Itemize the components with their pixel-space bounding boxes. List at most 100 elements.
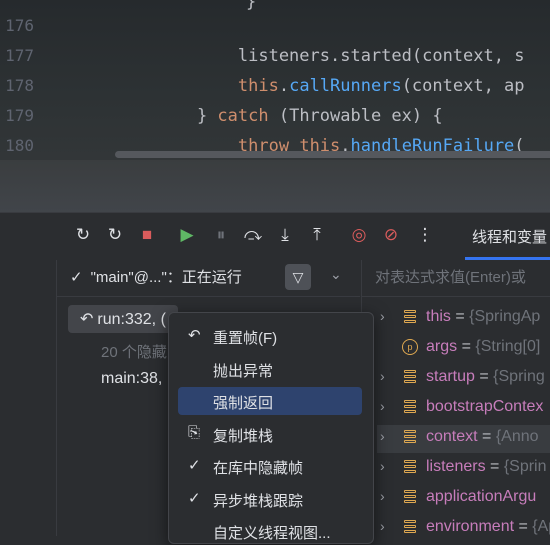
variable-name: args = {String[0] (426, 338, 541, 355)
variable-row[interactable]: › context = {Anno (377, 425, 550, 453)
code-line: this.callRunners(context, ap (156, 76, 525, 96)
variable-row[interactable]: › startup = {Spring (377, 365, 550, 393)
filter-icon[interactable]: ▽ (285, 264, 311, 290)
field-icon (404, 460, 416, 475)
equals-sign: = (514, 518, 533, 535)
chevron-right-icon[interactable]: › (380, 398, 385, 414)
variable-name: bootstrapContex (426, 398, 544, 415)
line-number: 180 (5, 136, 34, 155)
hidden-frames-row[interactable]: 20 个隐藏 (101, 341, 167, 362)
menu-item-label: 抛出异常 (213, 362, 274, 380)
equals-sign: = (450, 308, 470, 325)
frame-row-run[interactable]: ↶ run:332, ( (80, 309, 166, 329)
menu-item[interactable]: 抛出异常 (178, 355, 362, 383)
resume-icon[interactable]: ▶ (176, 224, 198, 246)
chevron-right-icon[interactable]: › (380, 488, 385, 504)
equals-sign: = (485, 458, 504, 475)
pause-icon[interactable]: ⏸ (210, 224, 232, 246)
field-icon (404, 310, 416, 325)
variable-name: context = {Anno (426, 428, 539, 445)
code-line: } catch (Throwable ex) { (156, 106, 443, 126)
divider (56, 296, 360, 297)
line-number: 176 (5, 16, 34, 35)
field-icon (404, 520, 416, 535)
code-token: (context, ap (401, 76, 525, 96)
thread-selector-label: "main"@..."：正在运行 (90, 269, 242, 286)
check-icon: ✓ (188, 489, 201, 507)
return-icon: ↶ (80, 311, 94, 328)
more-icon[interactable]: ⋮ (414, 224, 436, 246)
menu-item-label: 异步堆栈跟踪 (213, 492, 304, 510)
code-token: listeners.started(context, s (156, 46, 525, 66)
field-icon (404, 430, 416, 445)
menu-item[interactable]: ⎘ 复制堆栈 (178, 420, 362, 448)
frame-row-main[interactable]: main:38, (101, 370, 162, 388)
menu-item[interactable]: 自定义线程视图... (178, 517, 362, 545)
variable-row[interactable]: › this = {SpringAp (377, 305, 550, 333)
chevron-right-icon[interactable]: › (380, 368, 385, 384)
variable-value: {SpringAp (469, 308, 541, 325)
step-into-icon[interactable]: ⤓ (274, 224, 296, 246)
equals-sign: = (457, 338, 476, 355)
code-lines: listeners.started(context, s this.callRu… (46, 0, 550, 160)
line-number: 177 (5, 46, 34, 65)
code-line: listeners.started(context, s (156, 46, 525, 66)
menu-item-label: 自定义线程视图... (213, 525, 331, 542)
view-breakpoints-icon[interactable]: ◎ (348, 224, 370, 246)
line-number: 178 (5, 76, 34, 95)
variable-value: {Spring (493, 368, 545, 385)
variable-row[interactable]: › applicationArgu (377, 485, 550, 513)
variable-name: this = {SpringAp (426, 308, 541, 325)
menu-item[interactable]: ✓ 在库中隐藏帧 (178, 452, 362, 480)
evaluate-expression-input[interactable]: 对表达式求值(Enter)或 (375, 266, 526, 287)
divider (361, 296, 550, 297)
thread-selector[interactable]: ✓ "main"@..."：正在运行 (70, 266, 242, 287)
menu-item-label: 强制返回 (213, 395, 274, 412)
equals-sign: = (474, 368, 494, 385)
debug-side-strip (0, 260, 57, 536)
chevron-down-icon[interactable]: ⌄ (330, 266, 342, 283)
rerun-icon[interactable]: ↻ (72, 224, 94, 246)
variable-row[interactable]: p args = {String[0] (377, 335, 550, 363)
step-over-icon[interactable]: ⤼ (242, 224, 264, 246)
variable-row[interactable]: › bootstrapContex (377, 395, 550, 423)
check-icon: ✓ (70, 269, 83, 286)
step-out-icon[interactable]: ⤒ (306, 224, 328, 246)
menu-item[interactable]: ✓ 异步堆栈跟踪 (178, 485, 362, 513)
variable-value: {Sprin (503, 458, 547, 475)
menu-item-label: 在库中隐藏帧 (213, 460, 304, 477)
menu-item-label: 复制堆栈 (213, 427, 274, 445)
equals-sign: = (477, 428, 496, 445)
variable-name: listeners = {Sprin (426, 458, 547, 475)
line-number: 179 (5, 106, 34, 125)
code-editor[interactable]: 176 177 178 179 180 } listeners.started(… (0, 0, 550, 160)
chevron-right-icon[interactable]: › (380, 458, 385, 474)
tab-threads-variables[interactable]: 线程和变量 (472, 226, 547, 247)
horizontal-scrollbar[interactable] (115, 151, 550, 158)
reset-frame-icon: ↶ (188, 327, 201, 344)
code-token: . (278, 76, 290, 96)
chevron-right-icon[interactable]: › (380, 428, 385, 444)
variable-row[interactable]: › listeners = {Sprin (377, 455, 550, 483)
field-icon (404, 400, 416, 415)
menu-item[interactable]: 强制返回 (178, 387, 362, 415)
field-icon (404, 490, 416, 505)
chevron-right-icon[interactable]: › (380, 308, 385, 324)
code-token: catch (217, 106, 269, 126)
rerun-config-icon[interactable]: ↻ (104, 224, 126, 246)
variable-value: {Anno (495, 428, 539, 445)
parameter-icon: p (402, 339, 418, 355)
variable-row[interactable]: › environment = {App (377, 515, 550, 543)
variable-value: {App (532, 518, 550, 535)
variable-name: environment = {App (426, 518, 550, 536)
menu-item[interactable]: ↶ 重置帧(F) (178, 322, 362, 350)
mute-breakpoints-icon[interactable]: ⊘ (380, 224, 402, 246)
chevron-right-icon[interactable]: › (380, 518, 385, 534)
field-icon (404, 370, 416, 385)
check-icon: ✓ (188, 457, 201, 474)
variable-value: {String[0] (475, 338, 541, 355)
code-token: (Throwable ex) { (268, 106, 443, 126)
stop-icon[interactable]: ■ (136, 224, 158, 246)
code-token: this (237, 76, 279, 96)
